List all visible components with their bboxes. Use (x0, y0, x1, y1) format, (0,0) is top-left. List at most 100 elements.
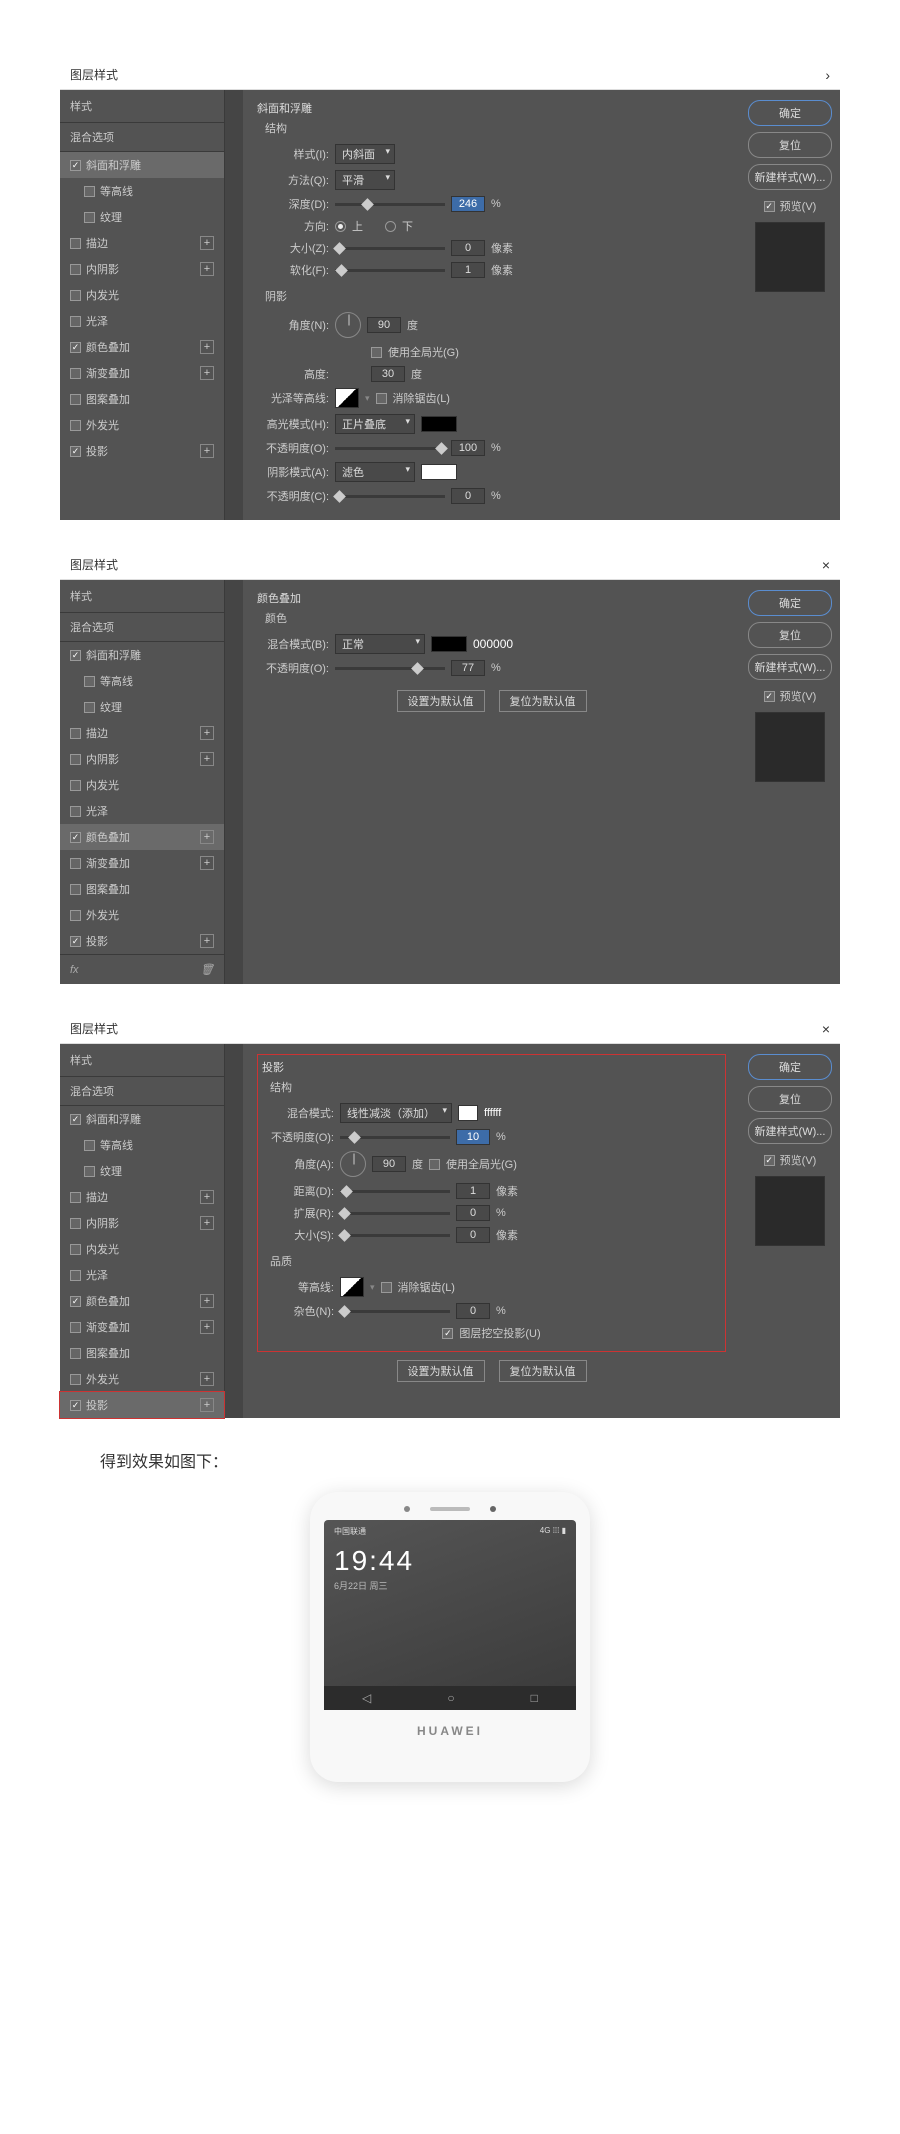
style-checkbox[interactable] (70, 1244, 81, 1255)
style-item[interactable]: 投影+ (60, 438, 224, 464)
nav-recent-icon[interactable]: □ (531, 1691, 538, 1705)
size-input[interactable]: 0 (456, 1227, 490, 1243)
antialias-checkbox[interactable] (376, 393, 387, 404)
shadow-color-swatch[interactable] (421, 464, 457, 480)
style-checkbox[interactable] (70, 342, 81, 353)
trash-icon[interactable]: 🗑 (200, 963, 214, 976)
style-checkbox[interactable] (70, 728, 81, 739)
style-item[interactable]: 内阴影+ (60, 256, 224, 282)
style-checkbox[interactable] (84, 186, 95, 197)
blend-options[interactable]: 混合选项 (60, 1077, 224, 1106)
style-checkbox[interactable] (70, 290, 81, 301)
style-checkbox[interactable] (70, 650, 81, 661)
style-checkbox[interactable] (70, 832, 81, 843)
style-checkbox[interactable] (70, 910, 81, 921)
new-style-button[interactable]: 新建样式(W)... (748, 164, 832, 190)
cancel-button[interactable]: 复位 (748, 1086, 832, 1112)
style-checkbox[interactable] (70, 368, 81, 379)
style-item[interactable]: 斜面和浮雕 (60, 642, 224, 668)
style-checkbox[interactable] (70, 446, 81, 457)
add-effect-icon[interactable]: + (200, 1398, 214, 1412)
noise-slider[interactable] (340, 1310, 450, 1313)
nav-back-icon[interactable]: ◁ (362, 1691, 371, 1705)
style-item[interactable]: 等高线 (60, 1132, 224, 1158)
style-checkbox[interactable] (70, 858, 81, 869)
style-checkbox[interactable] (70, 1400, 81, 1411)
style-checkbox[interactable] (70, 1374, 81, 1385)
add-effect-icon[interactable]: + (200, 856, 214, 870)
style-checkbox[interactable] (70, 1296, 81, 1307)
style-checkbox[interactable] (70, 754, 81, 765)
style-item[interactable]: 光泽 (60, 308, 224, 334)
style-item[interactable]: 内发光 (60, 1236, 224, 1262)
close-icon[interactable]: × (822, 1021, 830, 1037)
style-checkbox[interactable] (70, 884, 81, 895)
highlight-mode-select[interactable]: 正片叠底 (335, 414, 415, 434)
style-checkbox[interactable] (70, 238, 81, 249)
size-slider[interactable] (340, 1234, 450, 1237)
style-item[interactable]: 图案叠加 (60, 1340, 224, 1366)
depth-slider[interactable] (335, 203, 445, 206)
blend-mode-select[interactable]: 正常 (335, 634, 425, 654)
style-item[interactable]: 投影+ (60, 928, 224, 954)
style-item[interactable]: 颜色叠加+ (60, 334, 224, 360)
style-checkbox[interactable] (70, 780, 81, 791)
add-effect-icon[interactable]: + (200, 340, 214, 354)
style-checkbox[interactable] (70, 394, 81, 405)
add-effect-icon[interactable]: + (200, 830, 214, 844)
opacity-input[interactable]: 77 (451, 660, 485, 676)
distance-slider[interactable] (340, 1190, 450, 1193)
expand-arrow-icon[interactable]: › (825, 67, 830, 83)
antialias-checkbox[interactable] (381, 1282, 392, 1293)
style-item[interactable]: 纹理 (60, 1158, 224, 1184)
style-checkbox[interactable] (70, 264, 81, 275)
shadow-color-swatch[interactable] (458, 1105, 478, 1121)
style-item[interactable]: 内阴影+ (60, 1210, 224, 1236)
opacity-slider[interactable] (335, 667, 445, 670)
style-checkbox[interactable] (70, 806, 81, 817)
style-checkbox[interactable] (70, 420, 81, 431)
style-item[interactable]: 内发光 (60, 282, 224, 308)
make-default-button[interactable]: 设置为默认值 (397, 690, 485, 712)
depth-input[interactable]: 246 (451, 196, 485, 212)
opacity-slider[interactable] (340, 1136, 450, 1139)
style-checkbox[interactable] (84, 676, 95, 687)
style-item[interactable]: 颜色叠加+ (60, 824, 224, 850)
style-item[interactable]: 内阴影+ (60, 746, 224, 772)
new-style-button[interactable]: 新建样式(W)... (748, 654, 832, 680)
soften-input[interactable]: 1 (451, 262, 485, 278)
style-checkbox[interactable] (70, 1114, 81, 1125)
add-effect-icon[interactable]: + (200, 366, 214, 380)
add-effect-icon[interactable]: + (200, 1320, 214, 1334)
style-checkbox[interactable] (84, 1166, 95, 1177)
soften-slider[interactable] (335, 269, 445, 272)
add-effect-icon[interactable]: + (200, 1216, 214, 1230)
shadow-opacity-slider[interactable] (335, 495, 445, 498)
add-effect-icon[interactable]: + (200, 1294, 214, 1308)
style-item[interactable]: 内发光 (60, 772, 224, 798)
global-light-checkbox[interactable] (429, 1159, 440, 1170)
style-item[interactable]: 光泽 (60, 798, 224, 824)
angle-input[interactable]: 90 (367, 317, 401, 333)
style-checkbox[interactable] (84, 1140, 95, 1151)
style-item[interactable]: 颜色叠加+ (60, 1288, 224, 1314)
style-item[interactable]: 纹理 (60, 204, 224, 230)
ok-button[interactable]: 确定 (748, 1054, 832, 1080)
style-item[interactable]: 等高线 (60, 668, 224, 694)
style-item[interactable]: 光泽 (60, 1262, 224, 1288)
nav-home-icon[interactable]: ○ (447, 1691, 454, 1705)
blend-options[interactable]: 混合选项 (60, 123, 224, 152)
style-checkbox[interactable] (70, 1270, 81, 1281)
angle-input[interactable]: 90 (372, 1156, 406, 1172)
style-checkbox[interactable] (70, 1322, 81, 1333)
style-item[interactable]: 纹理 (60, 694, 224, 720)
style-item[interactable]: 描边+ (60, 1184, 224, 1210)
shadow-opacity-input[interactable]: 0 (451, 488, 485, 504)
blend-options[interactable]: 混合选项 (60, 613, 224, 642)
cancel-button[interactable]: 复位 (748, 132, 832, 158)
add-effect-icon[interactable]: + (200, 1190, 214, 1204)
add-effect-icon[interactable]: + (200, 934, 214, 948)
style-item[interactable]: 描边+ (60, 230, 224, 256)
preview-checkbox[interactable] (764, 201, 775, 212)
style-item[interactable]: 等高线 (60, 178, 224, 204)
